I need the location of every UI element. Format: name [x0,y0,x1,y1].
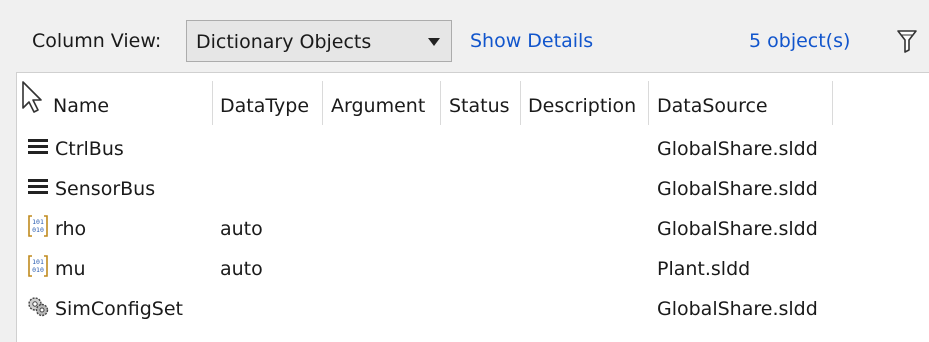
bus-icon [28,179,48,194]
filter-icon[interactable] [896,28,918,54]
column-divider[interactable] [440,81,441,125]
column-divider[interactable] [322,81,323,125]
cell-datasource: GlobalShare.sldd [657,218,818,240]
column-divider[interactable] [648,81,649,125]
table-row[interactable]: SensorBus GlobalShare.sldd [17,167,929,207]
show-details-link[interactable]: Show Details [470,30,593,52]
svg-text:101: 101 [32,218,44,226]
column-header-description[interactable]: Description [528,95,636,117]
column-header-datatype[interactable]: DataType [220,95,309,117]
objects-table: Name DataType Argument Status Descriptio… [16,72,929,342]
parameter-icon: 101 010 [28,255,48,277]
column-divider[interactable] [520,81,521,125]
dropdown-arrow-icon [428,38,440,46]
column-view-label: Column View: [32,30,162,52]
toolbar: Column View: Dictionary Objects Show Det… [0,0,929,72]
config-set-icon [28,297,49,317]
svg-text:010: 010 [32,226,44,234]
cell-datatype: auto [220,218,263,240]
cell-datasource: GlobalShare.sldd [657,298,818,320]
bus-icon [28,139,48,154]
column-header-name[interactable]: Name [53,95,109,117]
column-divider[interactable] [832,81,833,125]
table-header: Name DataType Argument Status Descriptio… [17,73,929,125]
svg-text:101: 101 [32,258,44,266]
column-header-status[interactable]: Status [449,95,510,117]
table-row[interactable]: SimConfigSet GlobalShare.sldd [17,287,929,327]
column-header-argument[interactable]: Argument [331,95,425,117]
cell-name: CtrlBus [55,138,124,160]
cell-name: mu [55,258,86,280]
table-row[interactable]: 101 010 rho auto GlobalShare.sldd [17,207,929,247]
cell-name: SimConfigSet [55,298,184,320]
cell-name: SensorBus [55,178,156,200]
table-row[interactable]: CtrlBus GlobalShare.sldd [17,127,929,167]
column-header-datasource[interactable]: DataSource [657,95,768,117]
table-row[interactable]: 101 010 mu auto Plant.sldd [17,247,929,287]
parameter-icon: 101 010 [28,215,48,237]
cell-datasource: GlobalShare.sldd [657,138,818,160]
column-view-dropdown[interactable]: Dictionary Objects [186,20,452,62]
column-divider[interactable] [212,81,213,125]
cell-datasource: Plant.sldd [657,258,751,280]
cell-name: rho [55,218,87,240]
cell-datasource: GlobalShare.sldd [657,178,818,200]
svg-text:010: 010 [32,266,44,274]
cell-datatype: auto [220,258,263,280]
object-count[interactable]: 5 object(s) [749,30,850,52]
cursor-pointer-icon [22,81,42,113]
column-view-value: Dictionary Objects [196,31,372,53]
